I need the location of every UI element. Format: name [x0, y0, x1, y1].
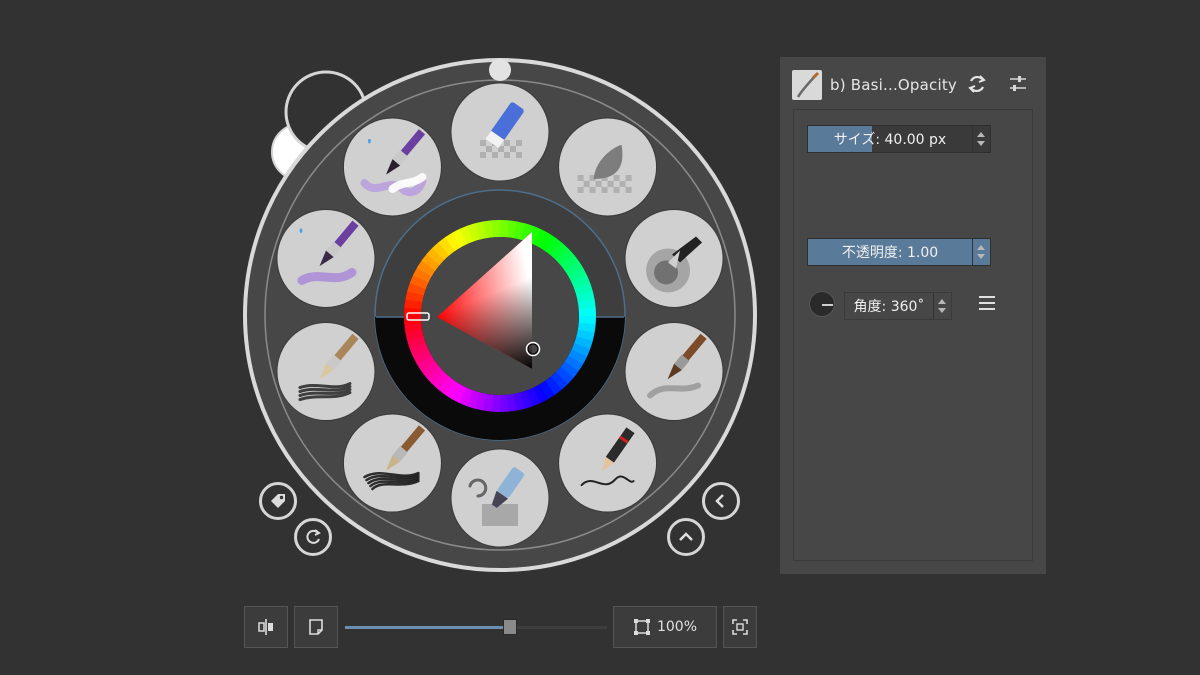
fullscreen-icon — [732, 619, 748, 635]
zoom-level: 100% — [656, 619, 698, 635]
sliders-icon[interactable] — [1007, 73, 1029, 95]
zoom-slider[interactable] — [345, 626, 607, 629]
brush-slot[interactable] — [342, 413, 442, 513]
brush-slot[interactable] — [450, 82, 550, 182]
size-slider-label: サイズ: 40.00 px — [833, 132, 947, 148]
preset-name: b) Basi...Opacity — [830, 76, 958, 94]
zoom-slider-handle[interactable] — [503, 619, 518, 635]
tag-icon — [271, 494, 285, 508]
hamburger-icon[interactable] — [979, 295, 997, 311]
brush-slot[interactable] — [450, 448, 550, 548]
reload-icon[interactable] — [966, 73, 988, 95]
brush-slot[interactable] — [624, 322, 724, 422]
fit-to-view-icon — [633, 619, 650, 635]
angle-field[interactable]: 角度: 360˚ — [844, 292, 952, 320]
zoom-reset-button[interactable]: 100% — [613, 606, 717, 648]
brush-options-panel: サイズ: 40.00 px 不透明度: 1.00 角度: 360˚ — [793, 109, 1033, 561]
reset-rotation-button[interactable] — [294, 518, 332, 556]
palette-rotate-handle[interactable] — [489, 59, 511, 81]
brush-preview-icon — [796, 71, 820, 98]
brush-slot[interactable] — [558, 117, 658, 217]
opacity-slider[interactable]: 不透明度: 1.00 — [807, 238, 991, 266]
tag-button[interactable] — [259, 482, 297, 520]
brush-slot[interactable] — [558, 413, 658, 513]
opacity-spinner[interactable] — [972, 239, 990, 265]
brush-slot[interactable] — [342, 117, 442, 217]
brush-slot[interactable] — [276, 208, 376, 308]
size-spinner[interactable] — [972, 126, 990, 152]
angle-dial[interactable] — [809, 291, 835, 317]
show-docker-button[interactable] — [667, 518, 705, 556]
document-icon — [309, 619, 323, 635]
opacity-slider-label: 不透明度: 1.00 — [841, 245, 939, 261]
brush-docker: b) Basi...Opacity サイズ: 40.00 px 不透明度: 1.… — [780, 57, 1046, 574]
chevron-left-icon — [715, 494, 724, 508]
reset-rotation-icon — [306, 529, 321, 544]
angle-spinner[interactable] — [933, 293, 951, 319]
previous-palette-button[interactable] — [702, 482, 740, 520]
hue-segment[interactable] — [491, 219, 502, 238]
fullscreen-button[interactable] — [723, 606, 757, 648]
docker-header: b) Basi...Opacity — [780, 57, 1046, 109]
preset-thumbnail[interactable] — [792, 70, 822, 100]
chevron-up-icon — [679, 532, 693, 541]
brush-slot[interactable] — [624, 208, 724, 308]
brush-slot[interactable] — [276, 322, 376, 422]
hue-segment[interactable] — [498, 394, 509, 412]
angle-field-label: 角度: 360˚ — [853, 299, 925, 315]
hue-segment[interactable] — [578, 307, 596, 318]
mirror-icon — [258, 619, 273, 635]
zoom-slider-fill — [345, 626, 511, 629]
mirror-button[interactable] — [244, 606, 288, 648]
canvas-only-button[interactable] — [294, 606, 338, 648]
size-slider[interactable]: サイズ: 40.00 px — [807, 125, 991, 153]
